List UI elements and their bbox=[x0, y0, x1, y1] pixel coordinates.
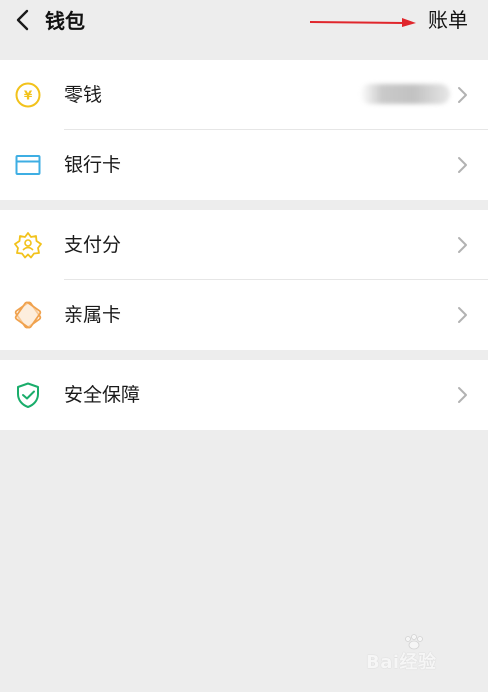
pay-score-icon bbox=[14, 231, 42, 259]
page-title: 钱包 bbox=[45, 9, 85, 33]
balance-blurred-value bbox=[360, 84, 450, 104]
family-card-icon bbox=[14, 301, 42, 329]
chevron-right-icon bbox=[458, 157, 467, 173]
menu-item-family-card[interactable]: 亲属卡 bbox=[0, 280, 488, 350]
chevron-right-icon bbox=[458, 387, 467, 403]
menu-item-pay-score[interactable]: 支付分 bbox=[0, 210, 488, 280]
chevron-right-icon bbox=[458, 87, 467, 103]
bills-button[interactable]: 账单 bbox=[428, 6, 468, 34]
wallet-group-2: 支付分 亲属卡 bbox=[0, 210, 488, 350]
menu-item-label: 银行卡 bbox=[64, 154, 122, 176]
menu-item-bank-card[interactable]: 银行卡 bbox=[0, 130, 488, 200]
back-button[interactable] bbox=[6, 4, 38, 36]
watermark-text: Bai经验 bbox=[366, 652, 437, 673]
wallet-group-1: ¥ 零钱 银行卡 bbox=[0, 60, 488, 200]
change-coin-icon: ¥ bbox=[14, 81, 42, 109]
menu-item-label: 安全保障 bbox=[64, 384, 141, 406]
top-bar: 钱包 账单 bbox=[0, 0, 488, 52]
chevron-right-icon bbox=[458, 237, 467, 253]
svg-text:¥: ¥ bbox=[24, 89, 33, 103]
security-shield-icon bbox=[14, 381, 42, 409]
menu-item-change[interactable]: ¥ 零钱 bbox=[0, 60, 488, 130]
red-arrow-annotation bbox=[309, 18, 416, 27]
bank-card-icon bbox=[14, 151, 42, 179]
menu-item-label: 零钱 bbox=[64, 84, 103, 106]
menu-item-label: 亲属卡 bbox=[64, 304, 122, 326]
baidu-jingyan-watermark: Bai经验 bbox=[364, 634, 460, 674]
wallet-group-3: 安全保障 bbox=[0, 360, 488, 430]
chevron-right-icon bbox=[458, 307, 467, 323]
menu-item-label: 支付分 bbox=[64, 234, 122, 256]
menu-item-security[interactable]: 安全保障 bbox=[0, 360, 488, 430]
chevron-left-icon bbox=[16, 9, 29, 31]
